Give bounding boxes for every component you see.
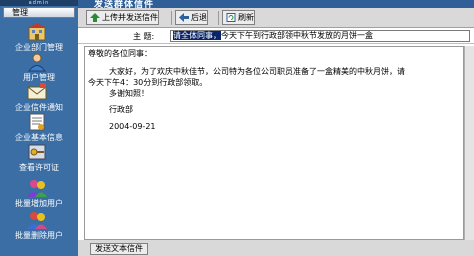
info-icon [29, 113, 45, 131]
sidebar-item-batch-delete-users[interactable]: 批量删除用户 [0, 210, 78, 244]
sidebar-item-label: 查看许可证 [19, 163, 59, 172]
key-icon [28, 144, 46, 160]
toolbar: 上传并发送信件 后退 刷新 [78, 8, 474, 28]
subject-row: 主 题: 请全体同事，今天下午到行政部领中秋节发放的月饼一盒 [78, 28, 474, 44]
back-button[interactable]: 后退 [175, 10, 208, 25]
upload-send-button[interactable]: 上传并发送信件 [86, 10, 159, 25]
sidebar-item-departments[interactable]: 企业部门管理 [0, 22, 78, 56]
sidebar-item-label: 批量删除用户 [15, 231, 63, 240]
bottom-bar: 发送文本信件 [78, 240, 474, 256]
send-text-mail-button[interactable]: 发送文本信件 [90, 243, 148, 255]
toolbar-divider [218, 11, 219, 25]
message-date: 2004-09-21 [109, 122, 156, 131]
message-line: 今天下午4：30分到行政部领取。 [88, 78, 208, 87]
refresh-label: 刷新 [238, 13, 254, 22]
refresh-button[interactable]: 刷新 [222, 10, 255, 25]
sidebar-item-users[interactable]: 用户管理 [0, 52, 78, 86]
message-greeting: 尊敬的各位同事： [88, 49, 152, 58]
sidebar-item-license[interactable]: 查看许可证 [0, 142, 78, 176]
message-thanks: 多谢知照！ [109, 89, 149, 98]
manage-tab[interactable]: 管理 [3, 7, 75, 18]
envelope-icon [27, 83, 47, 100]
back-arrow-icon [179, 13, 189, 22]
sidebar-item-company-info[interactable]: 企业基本信息 [0, 112, 78, 146]
message-line: 大家好，为了欢庆中秋佳节，公司特为各位公司职员准备了一盒精美的中秋月饼，请 [109, 67, 405, 76]
building-icon [28, 23, 46, 41]
sidebar-user-header: admin [0, 0, 78, 6]
sidebar-item-label: 批量增加用户 [15, 199, 63, 208]
message-signature: 行政部 [109, 105, 133, 114]
message-body[interactable]: 尊敬的各位同事： 大家好，为了欢庆中秋佳节，公司特为各位公司职员准备了一盒精美的… [84, 46, 464, 240]
title-bar: 发送群体信件 [78, 0, 474, 10]
subject-input[interactable]: 请全体同事，今天下午到行政部领中秋节发放的月饼一盒 [170, 30, 470, 42]
sidebar: admin 管理 企业部门管理 用户管理 企业信件通知 企业基本信息 查看许可证… [0, 0, 78, 256]
toolbar-divider [171, 11, 172, 25]
users-delete-icon [27, 212, 47, 229]
scrollbar[interactable] [464, 46, 474, 240]
sidebar-item-batch-add-users[interactable]: 批量增加用户 [0, 178, 78, 212]
upload-icon [90, 13, 100, 22]
users-add-icon [27, 180, 47, 197]
subject-label: 主 题: [133, 32, 155, 41]
subject-text: 今天下午到行政部领中秋节发放的月饼一盒 [221, 31, 373, 40]
subject-selected-text: 请全体同事， [173, 31, 221, 40]
user-icon [28, 53, 46, 72]
back-label: 后退 [191, 13, 207, 22]
refresh-icon [226, 13, 236, 22]
upload-send-label: 上传并发送信件 [102, 13, 158, 22]
sidebar-item-mail-notice[interactable]: 企业信件通知 [0, 82, 78, 116]
